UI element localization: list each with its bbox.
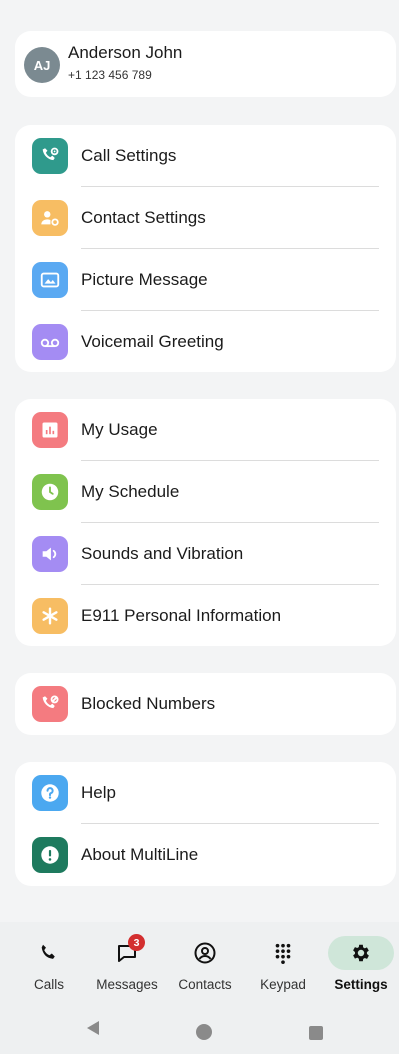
sounds-vibration-label: Sounds and Vibration [81,544,244,563]
blocked-phone-icon [32,686,68,722]
e911-info-label: E911 Personal Information [81,606,282,625]
settings-group-general: Call Settings Contact Settings Picture M… [15,125,396,372]
voicemail-greeting-label: Voicemail Greeting [81,332,224,351]
about-label: About MultiLine [81,845,199,864]
blocked-numbers-item[interactable]: Blocked Numbers [15,673,396,735]
nav-contacts-label: Contacts [178,977,232,992]
help-label: Help [81,783,116,802]
home-icon[interactable] [196,1024,212,1040]
my-schedule-item[interactable]: My Schedule [15,461,396,523]
nav-settings-label: Settings [334,977,388,992]
phone-icon [16,936,82,970]
nav-contacts[interactable]: Contacts [167,922,243,1002]
nav-keypad-label: Keypad [260,977,306,992]
call-settings-item[interactable]: Call Settings [15,125,396,187]
nav-keypad[interactable]: Keypad [245,922,321,1002]
nav-messages[interactable]: 3 Messages [89,922,165,1002]
voicemail-greeting-item[interactable]: Voicemail Greeting [15,311,396,373]
contact-settings-item[interactable]: Contact Settings [15,187,396,249]
phone-settings-icon [32,138,68,174]
nav-calls[interactable]: Calls [11,922,87,1002]
contact-settings-label: Contact Settings [81,208,206,227]
voicemail-icon [32,324,68,360]
avatar: AJ [24,47,60,83]
unread-badge: 3 [128,934,145,951]
settings-group-account: My Usage My Schedule Sounds and Vibratio… [15,399,396,646]
usage-chart-icon [32,412,68,448]
help-item[interactable]: Help [15,762,396,824]
settings-group-help: Help About MultiLine [15,762,396,886]
my-usage-label: My Usage [81,420,158,439]
keypad-icon [250,936,316,970]
nav-messages-label: Messages [96,977,158,992]
picture-message-item[interactable]: Picture Message [15,249,396,311]
e911-info-item[interactable]: E911 Personal Information [15,585,396,647]
call-settings-label: Call Settings [81,146,177,165]
sounds-vibration-item[interactable]: Sounds and Vibration [15,523,396,585]
profile-card[interactable]: AJ Anderson John +1 123 456 789 [15,31,396,97]
back-icon[interactable] [86,1020,100,1036]
nav-settings[interactable]: Settings [323,922,399,1002]
nav-calls-label: Calls [33,977,64,992]
info-icon [32,837,68,873]
gear-icon [328,936,394,970]
profile-name: Anderson John [68,43,183,62]
contact-settings-icon [32,200,68,236]
my-schedule-label: My Schedule [81,482,180,501]
speaker-icon [32,536,68,572]
recents-icon[interactable] [309,1026,323,1040]
clock-icon [32,474,68,510]
picture-icon [32,262,68,298]
about-item[interactable]: About MultiLine [15,824,396,886]
asterisk-icon [32,598,68,634]
help-icon [32,775,68,811]
settings-group-blocked: Blocked Numbers [15,673,396,735]
blocked-numbers-label: Blocked Numbers [81,694,216,713]
my-usage-item[interactable]: My Usage [15,399,396,461]
bottom-nav: Calls 3 Messages Contacts Keypad Setting… [0,922,399,1002]
profile-number: +1 123 456 789 [68,68,152,82]
picture-message-label: Picture Message [81,270,208,289]
contact-icon [172,936,238,970]
message-icon: 3 [94,934,160,970]
